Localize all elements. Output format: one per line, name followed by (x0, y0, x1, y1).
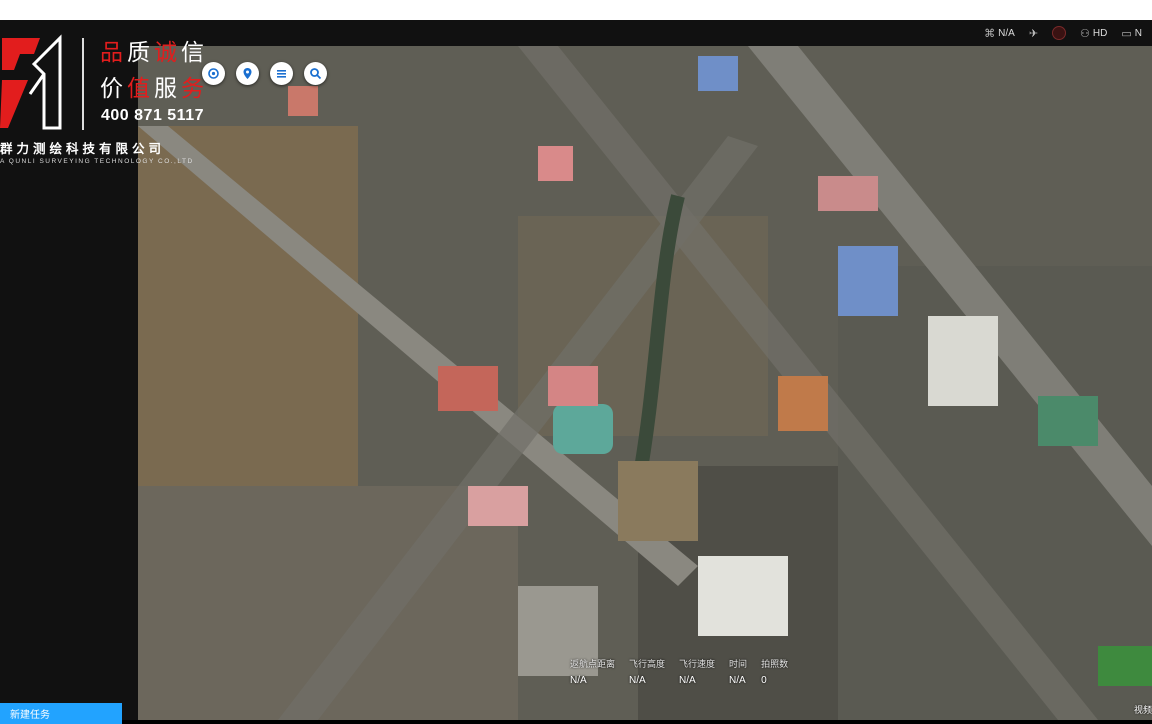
record-icon (1052, 26, 1067, 40)
telemetry-time: 时间 N/A (729, 657, 747, 686)
hd-label: HD (1092, 27, 1108, 39)
telemetry-value: N/A (629, 675, 646, 686)
telemetry-label: 拍照数 (761, 659, 789, 669)
list-tool-button[interactable] (270, 62, 293, 85)
map-imagery (138, 46, 1152, 720)
slogan-char: 质 (127, 40, 154, 66)
satellite-map[interactable] (138, 46, 1152, 720)
video-label: 视频 (1133, 705, 1152, 715)
slogan-char: 诚 (154, 40, 181, 66)
telemetry-label: 时间 (729, 659, 748, 669)
target-tool-button[interactable] (202, 62, 225, 85)
telemetry-photos: 拍照数 0 (761, 657, 788, 686)
slogan-line-1: 品质诚信 (100, 40, 208, 66)
battery-icon: ▭ (1121, 27, 1132, 40)
list-icon (277, 70, 286, 78)
signal-value: N/A (998, 27, 1015, 39)
telemetry-value: 0 (761, 675, 767, 686)
telemetry-speed: 飞行速度 N/A (679, 657, 715, 686)
slogan-char: 服 (154, 76, 181, 102)
telemetry-panel: 返航点距离 N/A 飞行高度 N/A 飞行速度 N/A 时间 N/A 拍照数 0 (570, 657, 802, 686)
slogan-char: 值 (127, 76, 154, 102)
location-tool-button[interactable] (236, 62, 259, 85)
record-status (1052, 26, 1067, 40)
slogan-line-2: 价值服务 (100, 76, 208, 102)
search-tool-button[interactable] (304, 62, 327, 85)
remote-controller-icon: ⚇ (1080, 27, 1090, 40)
slogan-char: 价 (100, 76, 127, 102)
satellite-status: ✈ (1029, 27, 1038, 40)
slogan-char: 品 (100, 40, 127, 66)
telemetry-home-distance: 返航点距离 N/A (570, 657, 615, 686)
telemetry-value: N/A (679, 675, 696, 686)
company-phone: 400 871 5117 (101, 107, 204, 124)
telemetry-label: 飞行速度 (679, 659, 716, 669)
telemetry-value: N/A (729, 675, 746, 686)
battery-status: ▭ N (1121, 27, 1142, 40)
target-icon (208, 68, 219, 79)
browser-top-bar (0, 0, 1152, 21)
company-name-en: A QUNLI SURVEYING TECHNOLOGY CO.,LTD (0, 158, 194, 165)
search-icon (310, 68, 322, 80)
logo-divider (82, 38, 84, 130)
company-name-cn: 群力测绘科技有限公司 (0, 142, 166, 156)
drone-signal-icon: ⌘ (984, 27, 996, 40)
telemetry-altitude: 飞行高度 N/A (629, 657, 665, 686)
location-pin-icon (243, 68, 252, 79)
satellite-icon: ✈ (1028, 27, 1039, 40)
hd-status: ⚇ HD (1080, 27, 1107, 40)
battery-label: N (1134, 27, 1142, 39)
telemetry-label: 返航点距离 (570, 659, 616, 669)
logo-mark-icon (0, 34, 62, 130)
signal-status: ⌘ N/A (984, 27, 1015, 40)
telemetry-value: N/A (570, 675, 587, 686)
company-logo: 品质诚信 价值服务 400 871 5117 群力测绘科技有限公司 A QUNL… (0, 34, 230, 170)
map-toolbar (202, 62, 327, 85)
new-task-button[interactable]: 新建任务 (0, 703, 122, 724)
telemetry-label: 飞行高度 (629, 659, 666, 669)
status-bar: ⌘ N/A ✈ ⚇ HD ▭ N (138, 20, 1152, 46)
